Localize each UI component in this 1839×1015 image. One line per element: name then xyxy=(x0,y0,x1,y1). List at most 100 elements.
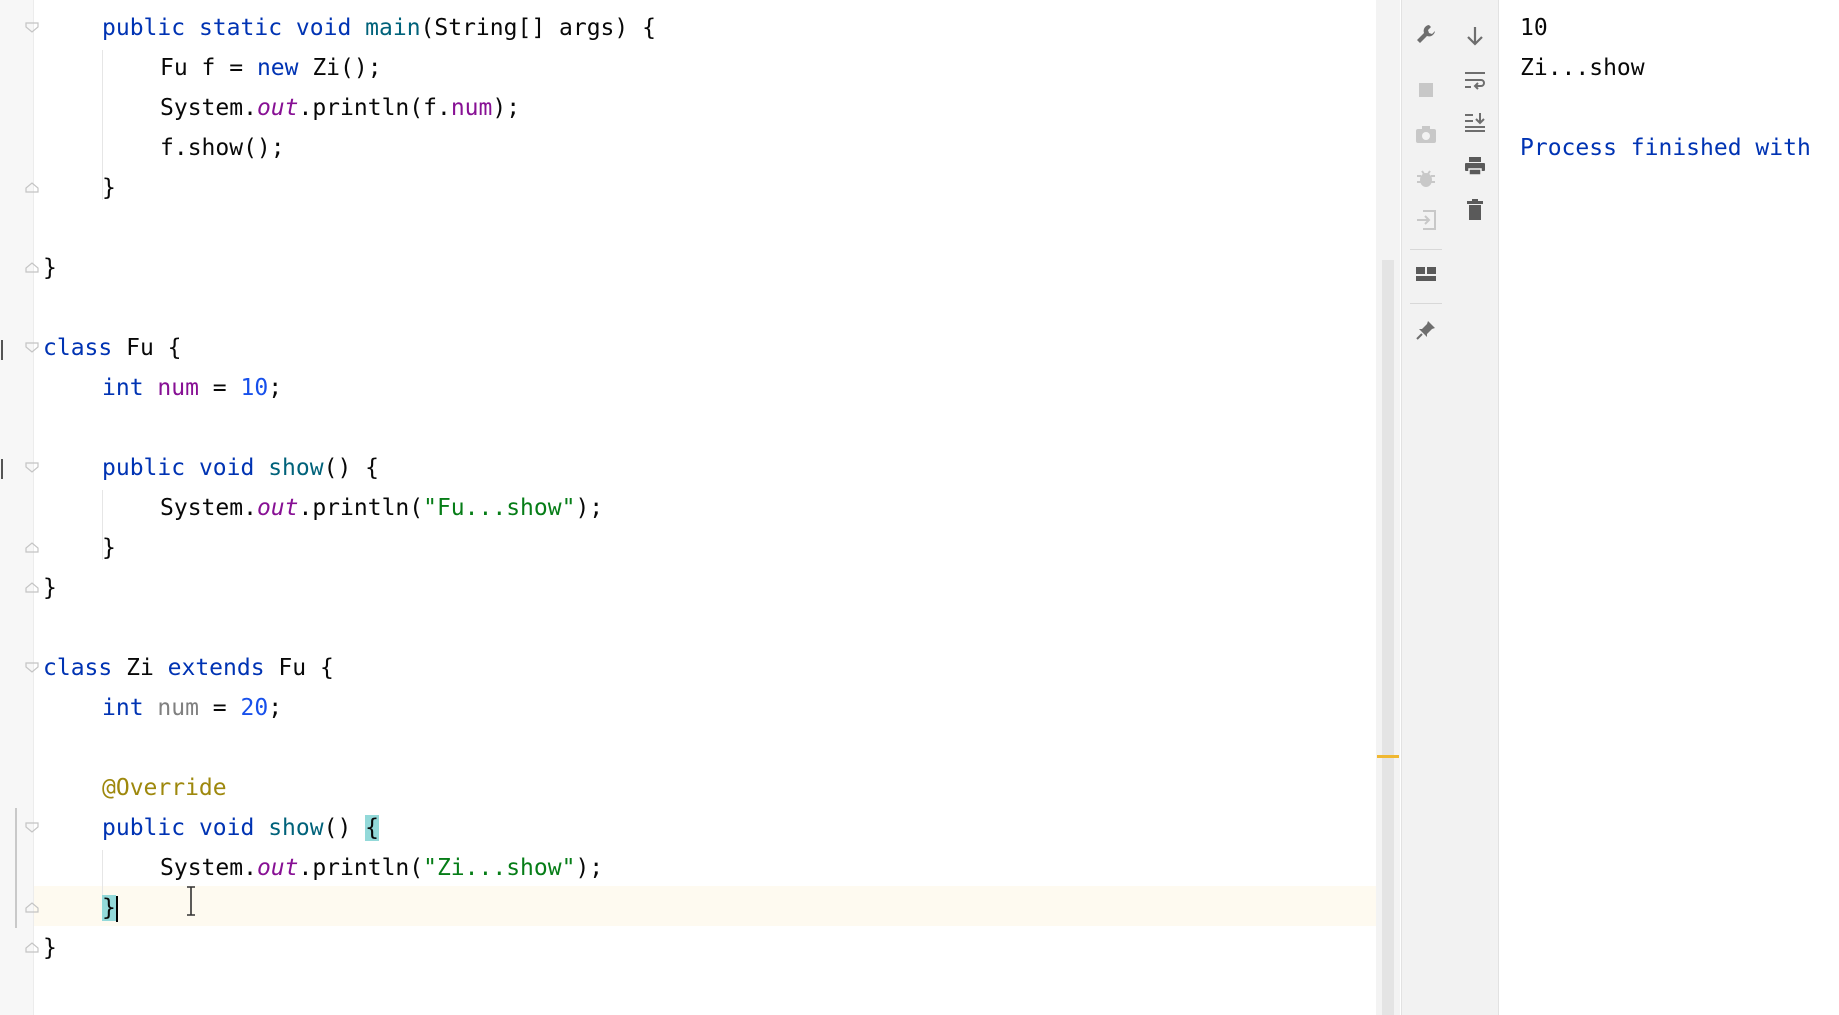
code-text: } xyxy=(43,935,57,961)
string-literal: "Zi...show" xyxy=(423,855,576,881)
code-line[interactable]: System.out.println("Zi...show"); xyxy=(160,848,603,888)
code-line[interactable]: } xyxy=(43,248,57,288)
fold-close-icon[interactable] xyxy=(25,182,39,193)
change-marker[interactable] xyxy=(15,808,17,928)
pin-icon[interactable] xyxy=(1412,316,1440,344)
keyword: public xyxy=(102,455,186,481)
code-text: = xyxy=(198,375,241,401)
run-toolbar-left xyxy=(1401,0,1452,1015)
keyword: void xyxy=(198,815,255,841)
keyword: class xyxy=(43,655,113,681)
keyword: public xyxy=(102,815,186,841)
keyword: extends xyxy=(167,655,265,681)
method-name: show xyxy=(268,815,324,841)
code-line[interactable]: } xyxy=(102,168,116,208)
code-text: Fu f = xyxy=(160,55,257,81)
print-icon[interactable] xyxy=(1461,152,1489,180)
code-line[interactable]: int num = 10; xyxy=(102,368,282,408)
code-line[interactable]: public void show() { xyxy=(102,808,379,848)
code-line[interactable]: System.out.println("Fu...show"); xyxy=(160,488,603,528)
trash-icon[interactable] xyxy=(1461,196,1489,224)
code-editor[interactable]: public static void main(String[] args) {… xyxy=(0,0,1400,1015)
code-line[interactable]: } xyxy=(102,528,116,568)
code-text: ; xyxy=(268,695,283,721)
code-line[interactable]: int num = 20; xyxy=(102,688,282,728)
camera-icon[interactable] xyxy=(1412,120,1440,148)
field-name: num xyxy=(157,695,199,721)
fold-open-icon[interactable] xyxy=(25,462,39,473)
fold-close-icon[interactable] xyxy=(25,902,39,913)
code-text: .println(f. xyxy=(298,95,451,121)
stop-icon[interactable] xyxy=(1412,76,1440,104)
warning-stripe-mark[interactable] xyxy=(1377,755,1399,758)
console-output-line: 10 xyxy=(1520,15,1548,41)
code-line[interactable]: public void show() { xyxy=(102,448,379,488)
code-text: = xyxy=(198,695,241,721)
code-line[interactable]: class Fu { xyxy=(43,328,182,368)
code-text: ; xyxy=(268,375,283,401)
code-text: Zi(); xyxy=(298,55,382,81)
code-line[interactable]: class Zi extends Fu { xyxy=(43,648,334,688)
fold-close-icon[interactable] xyxy=(25,262,39,273)
fold-open-icon[interactable] xyxy=(25,662,39,673)
string-literal: "Fu...show" xyxy=(423,495,576,521)
code-line[interactable]: Fu f = new Zi(); xyxy=(160,48,382,88)
code-text: ); xyxy=(575,855,604,881)
fold-open-icon[interactable] xyxy=(25,822,39,833)
override-marker[interactable] xyxy=(1,340,3,360)
code-line[interactable]: public static void main(String[] args) { xyxy=(102,8,656,48)
code-text: } xyxy=(102,175,116,201)
debug-icon[interactable] xyxy=(1412,164,1440,192)
code-line[interactable]: System.out.println(f.num); xyxy=(160,88,520,128)
static-field: out xyxy=(256,855,299,881)
code-text: } xyxy=(102,535,116,561)
matched-brace: } xyxy=(102,895,116,921)
code-text: ); xyxy=(575,495,604,521)
keyword: void xyxy=(295,15,352,41)
fold-open-icon[interactable] xyxy=(25,22,39,33)
code-line[interactable]: } xyxy=(102,888,118,928)
code-text: Fu { xyxy=(112,335,182,361)
vertical-scrollbar[interactable] xyxy=(1382,260,1394,1015)
console-process-status: Process finished with xyxy=(1520,135,1811,161)
code-text: .println( xyxy=(298,495,424,521)
code-line[interactable]: } xyxy=(43,568,57,608)
keyword: void xyxy=(198,455,255,481)
layout-icon[interactable] xyxy=(1412,260,1440,288)
field-ref: num xyxy=(450,95,493,121)
fold-close-icon[interactable] xyxy=(25,942,39,953)
editor-gutter[interactable] xyxy=(0,0,34,1015)
matched-brace: { xyxy=(365,815,379,841)
run-console[interactable]: 10 Zi...show Process finished with xyxy=(1499,0,1839,1015)
fold-close-icon[interactable] xyxy=(25,582,39,593)
fold-close-icon[interactable] xyxy=(25,542,39,553)
scroll-to-end-icon[interactable] xyxy=(1461,108,1489,136)
toolbar-separator xyxy=(1410,249,1442,250)
code-line[interactable]: @Override xyxy=(102,768,227,808)
ibeam-cursor-icon xyxy=(186,886,196,916)
keyword: int xyxy=(102,695,144,721)
wrench-icon[interactable] xyxy=(1412,20,1440,48)
code-text: (String[] args) { xyxy=(420,15,656,41)
override-marker[interactable] xyxy=(1,459,3,479)
static-field: out xyxy=(256,495,299,521)
code-text: } xyxy=(43,255,57,281)
number-literal: 10 xyxy=(240,375,269,401)
annotation: @Override xyxy=(102,775,227,801)
code-line[interactable]: f.show(); xyxy=(160,128,285,168)
code-text: System. xyxy=(160,95,257,121)
static-field: out xyxy=(256,95,299,121)
code-line[interactable]: } xyxy=(43,928,57,968)
code-text: () { xyxy=(323,455,379,481)
code-text: Fu { xyxy=(264,655,334,681)
fold-open-icon[interactable] xyxy=(25,342,39,353)
run-toolbar-right xyxy=(1451,0,1499,1015)
exit-icon[interactable] xyxy=(1412,206,1440,234)
code-text: Zi xyxy=(112,655,168,681)
soft-wrap-icon[interactable] xyxy=(1461,66,1489,94)
console-output-line: Zi...show xyxy=(1520,55,1645,81)
code-text: System. xyxy=(160,855,257,881)
code-text: .println( xyxy=(298,855,424,881)
keyword: static xyxy=(198,15,283,41)
down-arrow-icon[interactable] xyxy=(1461,22,1489,50)
